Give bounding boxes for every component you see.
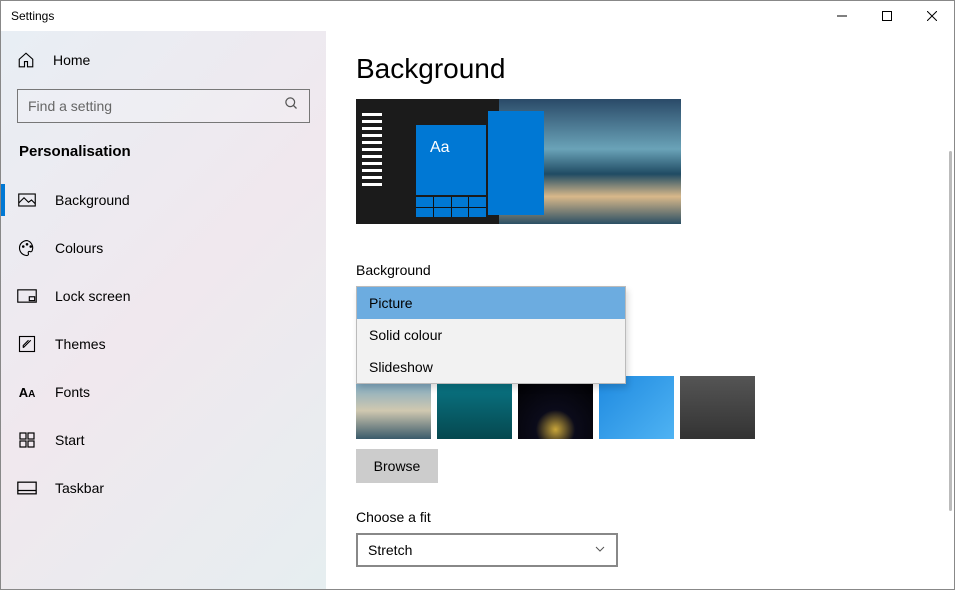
nav-item-lock-screen[interactable]: Lock screen [1,272,326,320]
font-icon: AA [17,385,37,400]
taskbar-icon [17,481,37,495]
home-label: Home [53,52,90,68]
preview-sample-text: Aa [416,125,486,157]
nav-label: Fonts [55,384,90,400]
dropdown-option-picture[interactable]: Picture [357,287,625,319]
window-controls [819,1,954,31]
background-dropdown[interactable]: PictureSolid colourSlideshow [356,286,626,384]
close-icon [927,11,937,21]
fit-label: Choose a fit [356,509,924,525]
picture-thumbnails [356,376,924,439]
fit-select[interactable]: Stretch [356,533,618,567]
sidebar: Home Personalisation Background Colours Lo… [1,31,326,589]
page-title: Background [356,53,924,85]
browse-button[interactable]: Browse [356,449,438,483]
background-label: Background [356,262,924,278]
nav-label: Background [55,192,130,208]
pencil-icon [17,335,37,353]
search-input[interactable] [28,98,284,114]
search-box[interactable] [17,89,310,123]
home-button[interactable]: Home [1,41,326,79]
minimize-button[interactable] [819,1,864,31]
thumbnail-1[interactable] [356,376,431,439]
section-title: Personalisation [1,137,326,176]
fit-selected-value: Stretch [368,542,412,558]
minimize-icon [837,11,847,21]
thumbnail-4[interactable] [599,376,674,439]
desktop-preview: Aa [356,99,681,224]
palette-icon [17,239,37,257]
thumbnail-2[interactable] [437,376,512,439]
chevron-down-icon [594,543,606,558]
dropdown-option-solid-colour[interactable]: Solid colour [357,319,625,351]
nav-item-themes[interactable]: Themes [1,320,326,368]
main-panel: Background Aa Background PictureSolid co… [326,31,954,589]
maximize-icon [882,11,892,21]
titlebar: Settings [1,1,954,31]
lockscreen-icon [17,289,37,303]
nav-item-taskbar[interactable]: Taskbar [1,464,326,512]
nav-item-start[interactable]: Start [1,416,326,464]
nav-label: Lock screen [55,288,130,304]
nav-label: Taskbar [55,480,104,496]
nav-label: Start [55,432,85,448]
thumbnail-3[interactable] [518,376,593,439]
nav-label: Themes [55,336,106,352]
dropdown-option-slideshow[interactable]: Slideshow [357,351,625,383]
thumbnail-5[interactable] [680,376,755,439]
search-icon [284,96,299,116]
nav-label: Colours [55,240,103,256]
start-icon [17,432,37,448]
window-title: Settings [11,9,54,23]
home-icon [17,51,37,69]
nav-item-colours[interactable]: Colours [1,224,326,272]
nav-item-fonts[interactable]: AA Fonts [1,368,326,416]
image-icon [17,193,37,207]
nav-item-background[interactable]: Background [1,176,326,224]
scrollbar[interactable] [949,151,952,511]
maximize-button[interactable] [864,1,909,31]
close-button[interactable] [909,1,954,31]
